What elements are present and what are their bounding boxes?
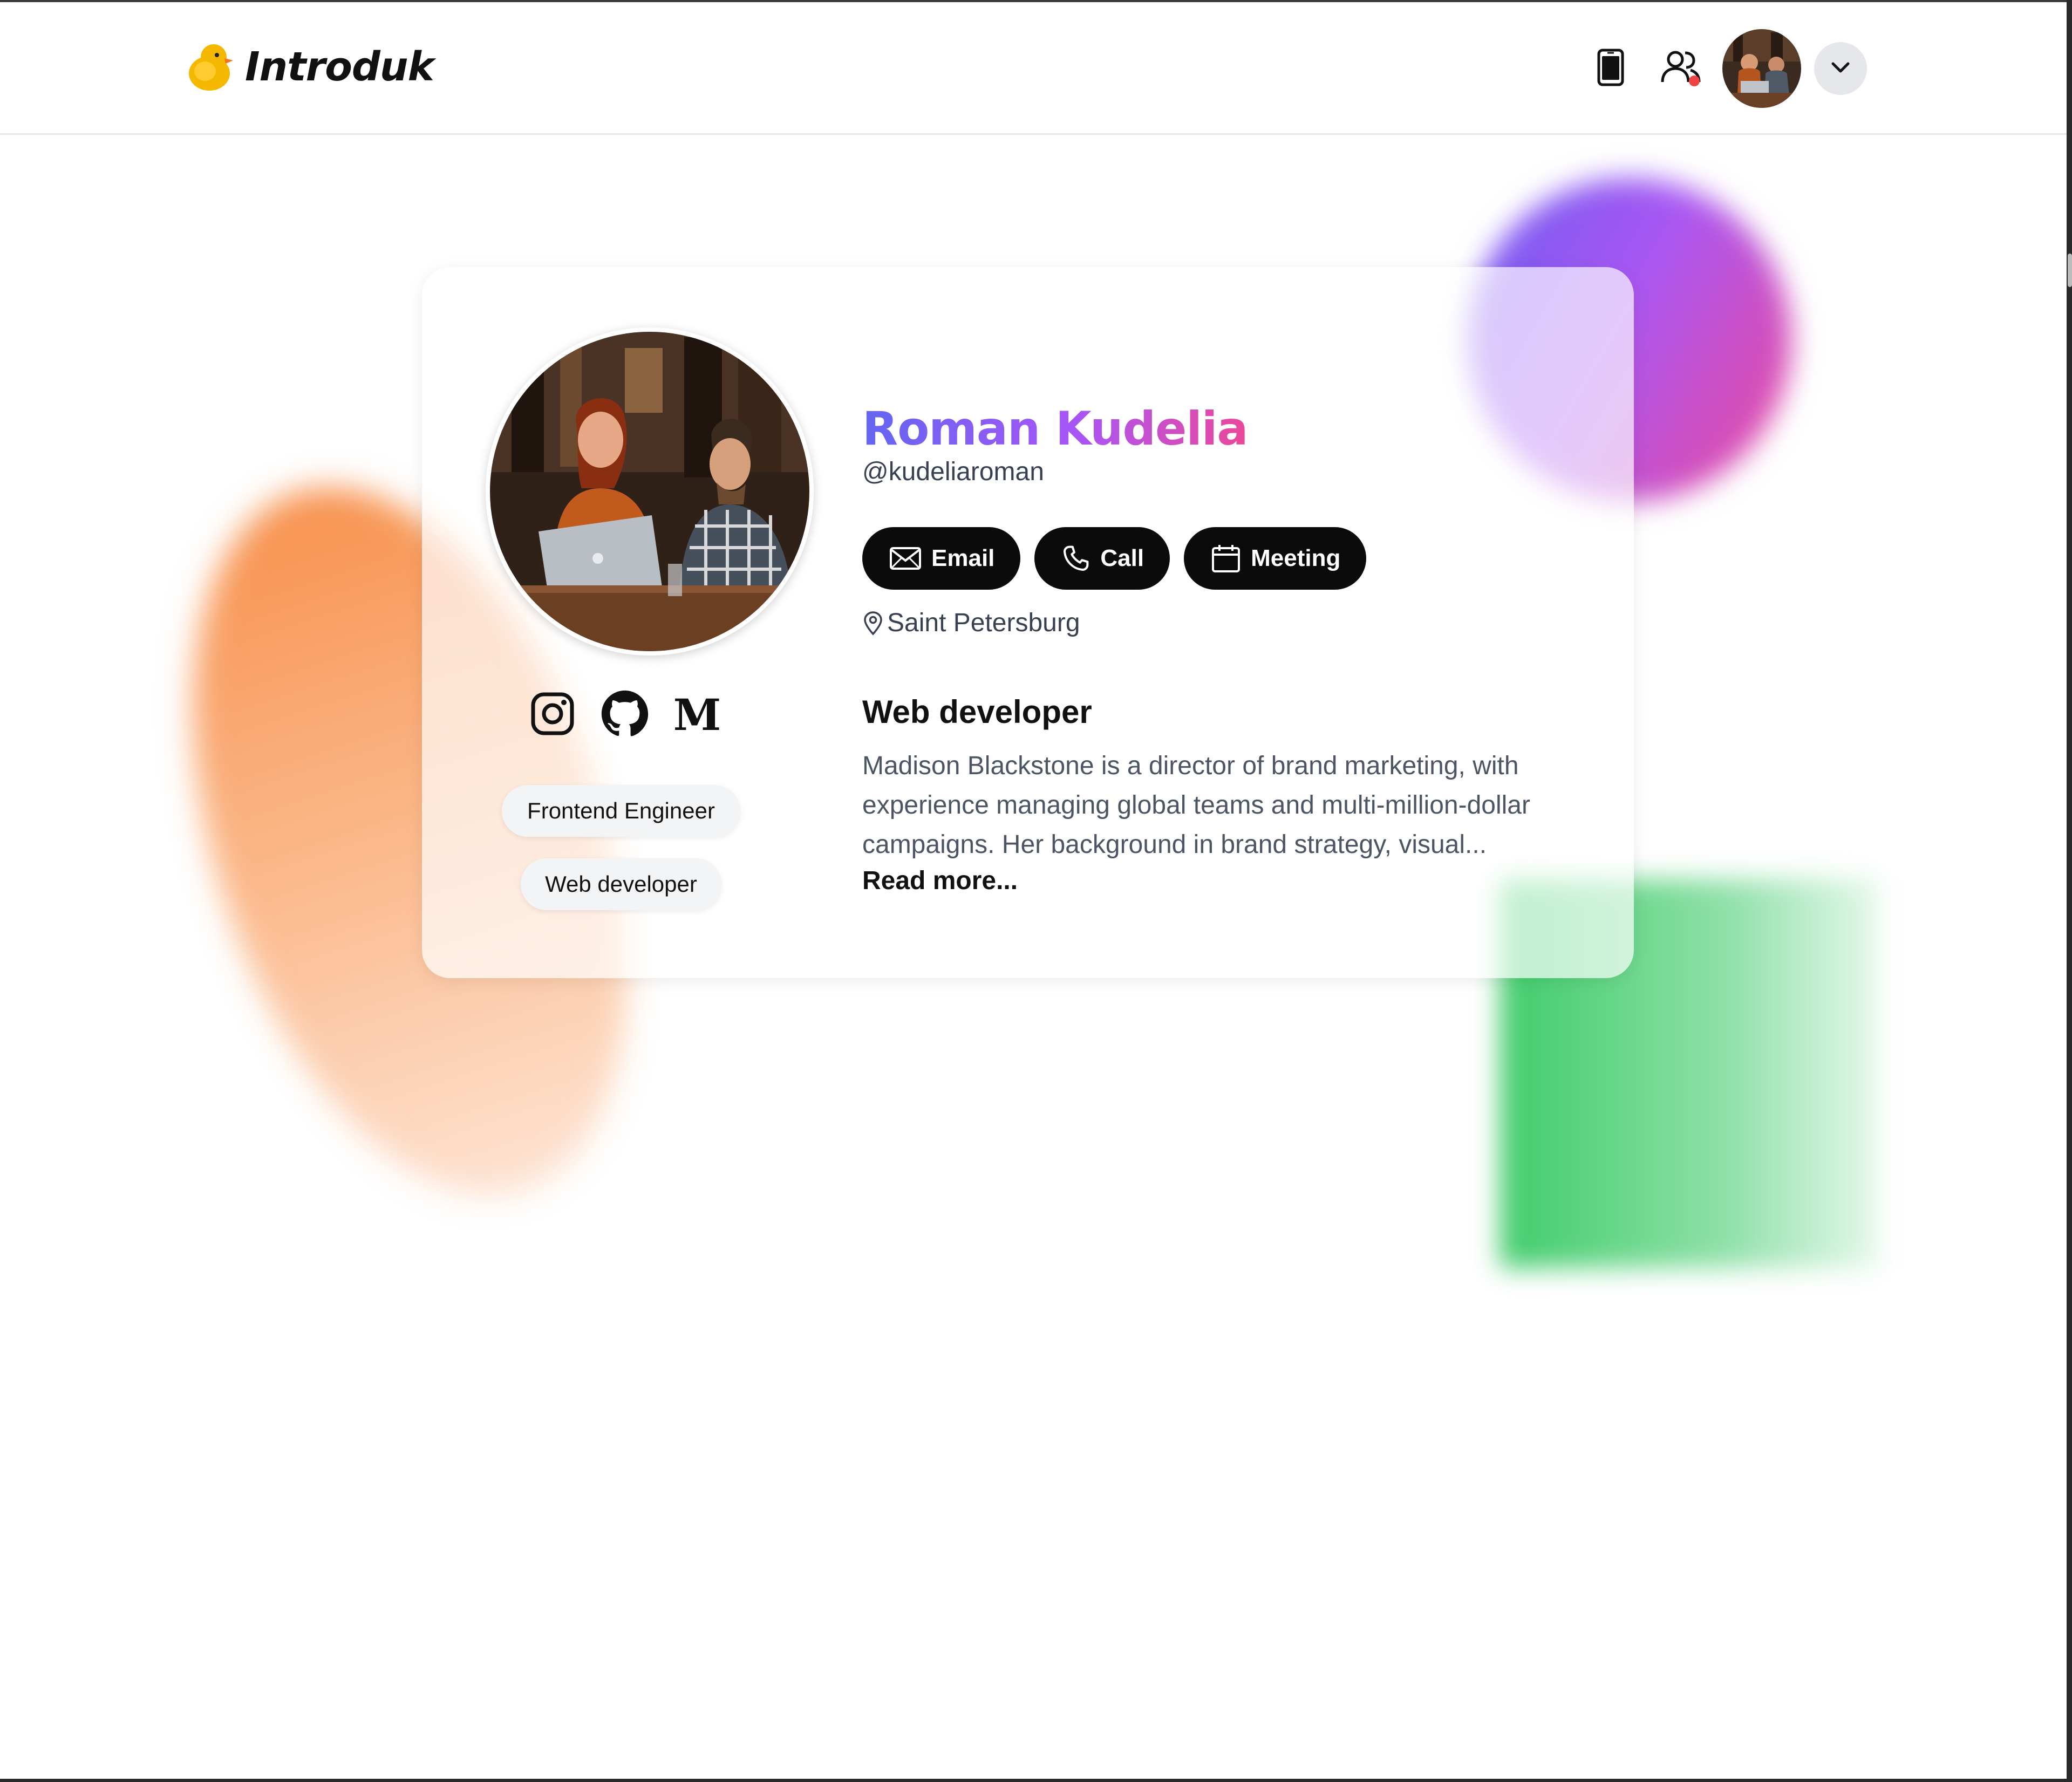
contacts-button[interactable] [1651,39,1710,98]
profile-photo [486,327,814,656]
notification-dot [1689,76,1700,86]
email-button[interactable]: Email [862,527,1021,590]
top-navbar: Introduk [0,2,2067,135]
location-pin-icon [864,611,882,636]
duck-logo-icon [183,40,237,94]
medium-link[interactable]: M [670,688,724,742]
tag-frontend-engineer[interactable]: Frontend Engineer [502,785,740,837]
phone-icon [1064,545,1089,571]
call-button-label: Call [1100,545,1144,571]
instagram-icon [530,692,575,739]
github-icon [601,689,649,741]
location-text: Saint Petersburg [887,609,1080,637]
meeting-button-label: Meeting [1251,545,1341,571]
phone-device-icon [1596,49,1626,89]
read-more-link[interactable]: Read more... [862,866,1018,896]
envelope-icon [890,547,921,570]
chevron-down-icon [1830,61,1851,77]
profile-handle: @kudeliaroman [862,458,1044,486]
header-actions [1570,29,1867,108]
call-button[interactable]: Call [1034,527,1170,590]
profile-card: M Frontend Engineer Web developer Roman … [422,267,1634,978]
social-links: M [526,688,742,742]
tag-web-developer[interactable]: Web developer [521,858,721,910]
meeting-button[interactable]: Meeting [1184,527,1367,590]
profile-name: Roman Kudelia [862,402,1248,456]
instagram-link[interactable] [526,688,580,742]
scrollbar-thumb[interactable] [2068,254,2072,287]
phone-device-button[interactable] [1581,39,1640,98]
account-menu-toggle[interactable] [1814,42,1867,95]
brand-logo[interactable]: Introduk [183,40,434,94]
bio-text: Madison Blackstone is a director of bran… [862,752,1530,859]
email-button-label: Email [931,545,995,571]
calendar-icon [1212,545,1241,572]
github-link[interactable] [598,688,652,742]
window-bottom-border [0,1779,2072,1782]
page: Introduk M Frontend Engineer Web develop… [0,0,2072,1782]
bio-title: Web developer [862,694,1092,730]
medium-icon: M [673,689,721,740]
contact-actions: Email Call Meeting [862,527,1380,590]
user-avatar[interactable] [1722,29,1801,108]
brand-name: Introduk [245,44,434,90]
profile-location: Saint Petersburg [862,608,1080,638]
